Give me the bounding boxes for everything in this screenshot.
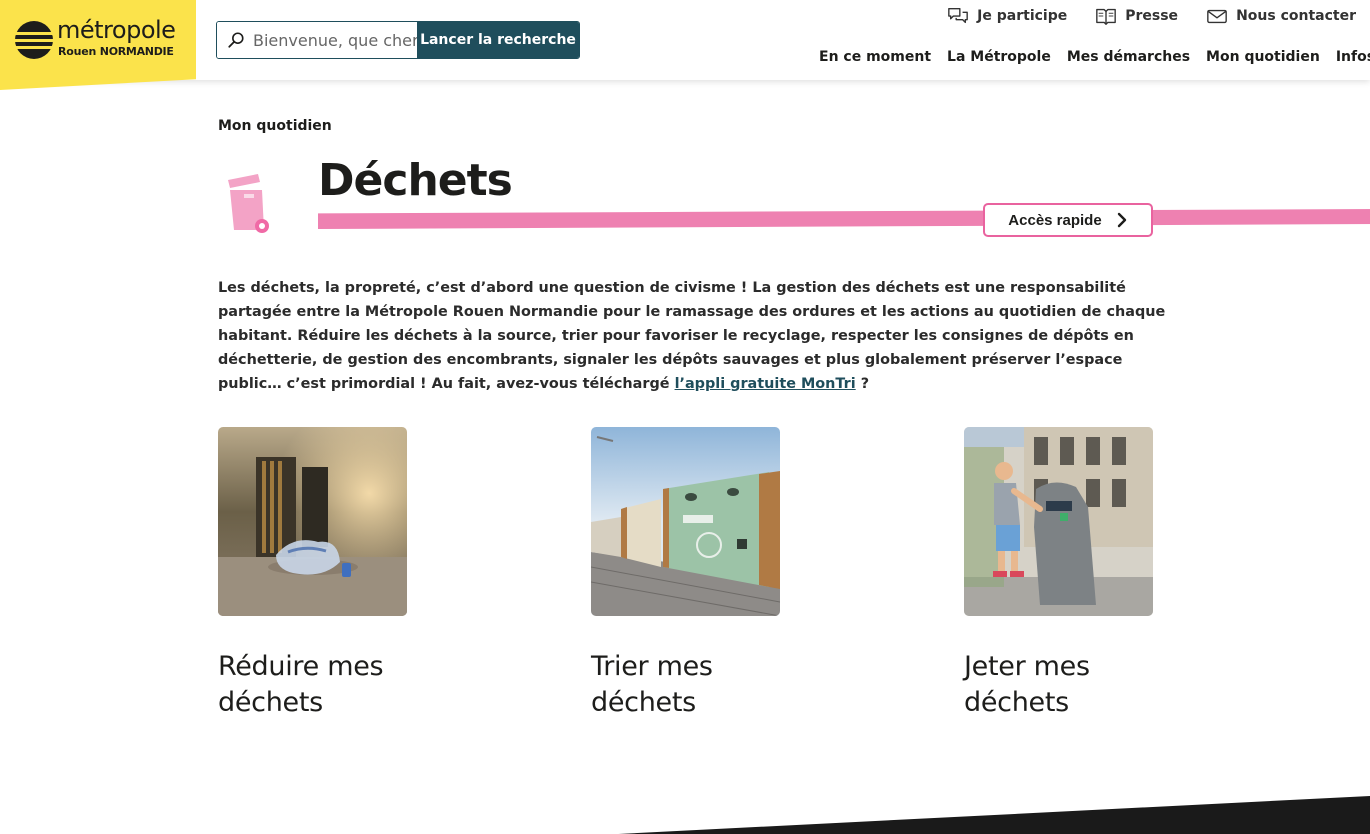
site-logo[interactable]: métropole Rouen NORMANDIE	[0, 0, 196, 90]
search-button[interactable]: Lancer la recherche	[417, 22, 579, 58]
card-jeter-title: Jeter mes déchets	[964, 651, 1090, 718]
util-nous-contacter[interactable]: Nous contacter	[1206, 6, 1356, 26]
breadcrumb[interactable]: Mon quotidien	[218, 118, 332, 134]
card-jeter[interactable]: Jeter mes déchets	[964, 427, 1174, 721]
open-book-icon	[1096, 8, 1117, 25]
chat-bubbles-icon	[948, 7, 969, 24]
util-presse-label: Presse	[1125, 8, 1179, 24]
nav-mon-quotidien[interactable]: Mon quotidien	[1206, 49, 1320, 65]
nav-la-metropole[interactable]: La Métropole	[947, 49, 1051, 65]
intro-paragraph: Les déchets, la propreté, c’est d’abord …	[218, 276, 1168, 396]
quick-access-label: Accès rapide	[1008, 211, 1102, 229]
search-input[interactable]	[217, 22, 417, 58]
logo-city: Rouen	[58, 45, 97, 58]
footer-diagonal-band	[301, 796, 1370, 834]
chevron-right-icon	[1117, 212, 1126, 228]
site-header: métropole Rouen NORMANDIE Lancer la rech…	[0, 0, 1370, 90]
card-trier-image	[591, 427, 780, 616]
util-je-participe[interactable]: Je participe	[947, 6, 1067, 26]
logo-subtitle: Rouen NORMANDIE	[58, 45, 174, 58]
card-trier-title: Trier mes déchets	[591, 651, 713, 718]
waste-bin-icon	[228, 174, 269, 233]
util-je-participe-label: Je participe	[977, 8, 1068, 24]
montri-app-link[interactable]: l’appli gratuite MonTri	[675, 376, 856, 392]
card-reduire[interactable]: Réduire mes déchets	[218, 427, 428, 721]
intro-text-end: ?	[855, 376, 870, 392]
search-icon	[228, 32, 244, 48]
search-input-wrap	[217, 22, 417, 58]
quick-access-button[interactable]: Accès rapide	[983, 203, 1153, 237]
nav-infos-pro[interactable]: Infos pro	[1336, 49, 1370, 65]
metropole-logo-icon	[14, 21, 54, 59]
util-nous-contacter-label: Nous contacter	[1236, 8, 1356, 24]
utility-nav: Je participe Presse Nous contacter	[947, 6, 1370, 26]
card-reduire-image	[218, 427, 407, 616]
logo-region: NORMANDIE	[99, 45, 174, 58]
search-form: Lancer la recherche	[216, 21, 580, 59]
util-presse[interactable]: Presse	[1095, 6, 1178, 26]
title-underline-bar	[318, 209, 1370, 229]
logo-title: métropole	[57, 16, 176, 44]
envelope-icon	[1207, 9, 1227, 24]
card-reduire-title: Réduire mes déchets	[218, 651, 384, 718]
main-nav: En ce moment La Métropole Mes démarches …	[819, 49, 1370, 65]
card-jeter-image	[964, 427, 1153, 616]
page-title: Déchets	[318, 155, 513, 206]
card-trier[interactable]: Trier mes déchets	[591, 427, 801, 721]
nav-en-ce-moment[interactable]: En ce moment	[819, 49, 931, 65]
nav-mes-demarches[interactable]: Mes démarches	[1067, 49, 1190, 65]
